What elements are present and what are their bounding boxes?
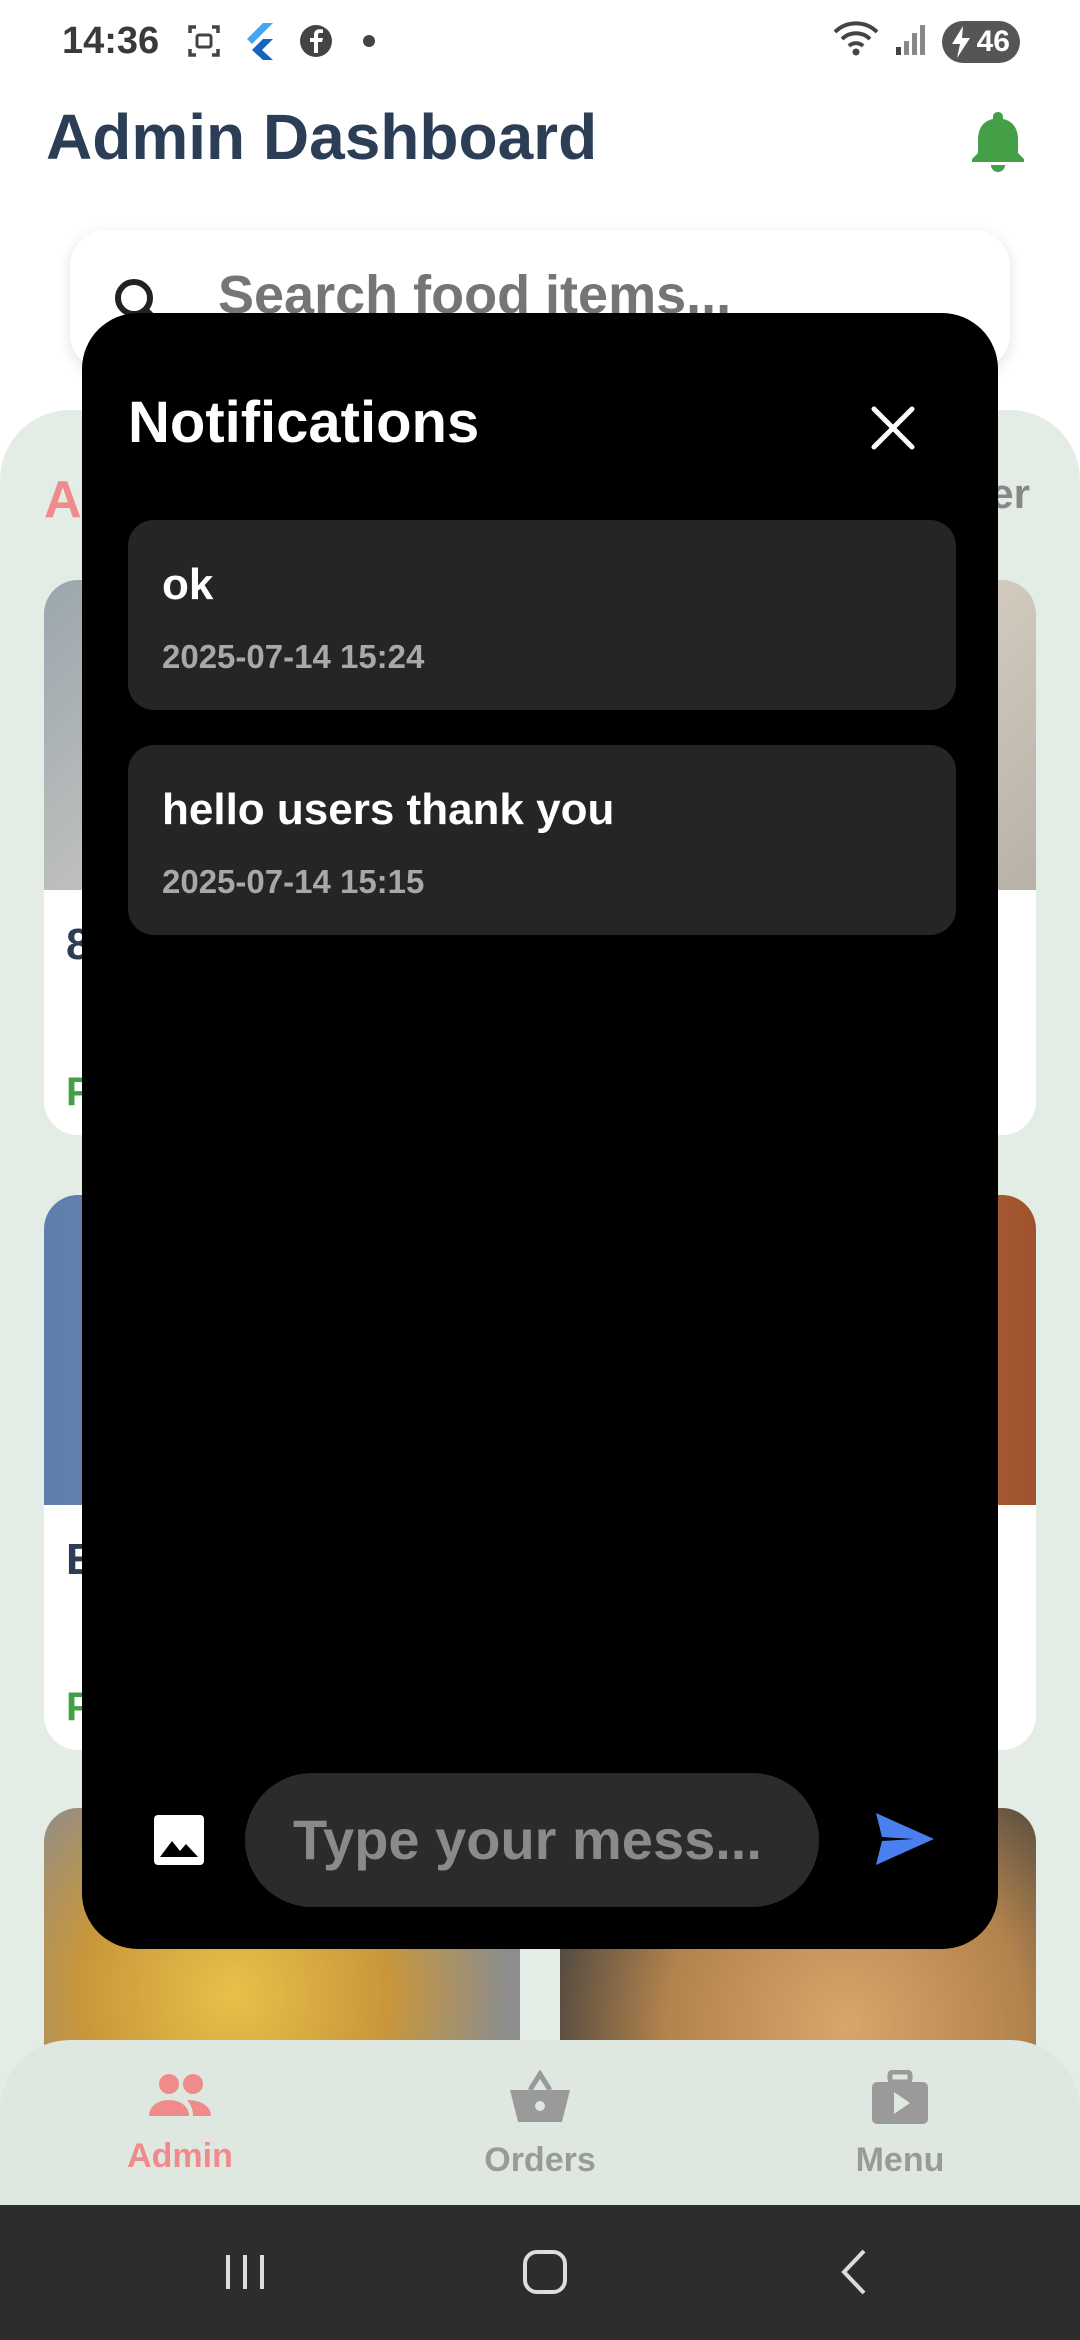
battery-level: 46 [976,24,1010,58]
recent-apps-icon[interactable] [220,2247,270,2302]
notification-message: hello users thank you [162,785,615,834]
screenshot-icon [185,22,223,60]
notification-message: ok [162,560,214,609]
nav-admin-label: Admin [127,2137,233,2175]
screen: 14:36 46 Admin Dashboard Search food ite… [0,0,1080,2340]
back-icon[interactable] [830,2247,880,2302]
wifi-icon [832,20,880,63]
notifications-modal: Notifications ok 2025-07-14 15:24 hello … [82,313,998,1949]
nav-menu[interactable]: Menu [780,2069,1020,2180]
status-time: 14:36 [62,20,160,62]
bottom-navigation: Admin Orders Menu [0,2040,1080,2205]
system-navigation-bar [0,2205,1080,2340]
notification-bell-icon[interactable] [968,108,1028,172]
message-input[interactable]: Type your mess... [245,1773,819,1907]
status-notification-icons [185,22,375,60]
modal-title: Notifications [128,390,480,455]
message-input-placeholder: Type your mess... [293,1808,762,1871]
notification-item[interactable]: ok 2025-07-14 15:24 [128,520,956,710]
send-icon[interactable] [874,1811,936,1867]
notification-time: 2025-07-14 15:24 [162,638,425,675]
home-icon[interactable] [520,2247,570,2302]
video-bag-icon [870,2069,930,2130]
nav-menu-label: Menu [855,2141,945,2179]
basket-icon [508,2069,572,2130]
nav-admin[interactable]: Admin [60,2070,300,2176]
nav-orders[interactable]: Orders [420,2069,660,2180]
image-icon[interactable] [152,1813,206,1867]
page-title: Admin Dashboard [46,101,598,173]
battery-charging-icon: 46 [942,20,1020,63]
people-icon [145,2074,215,2126]
status-bar: 14:36 46 [0,0,1080,80]
status-system-icons: 46 [832,20,1020,63]
flutter-icon [241,22,279,60]
dot-icon [363,35,375,47]
notification-item[interactable]: hello users thank you 2025-07-14 15:15 [128,745,956,935]
signal-icon [894,21,928,62]
close-icon[interactable] [870,405,916,451]
category-chip-active[interactable]: A [44,470,82,530]
notification-time: 2025-07-14 15:15 [162,863,425,900]
facebook-icon [297,22,335,60]
nav-orders-label: Orders [484,2141,596,2179]
